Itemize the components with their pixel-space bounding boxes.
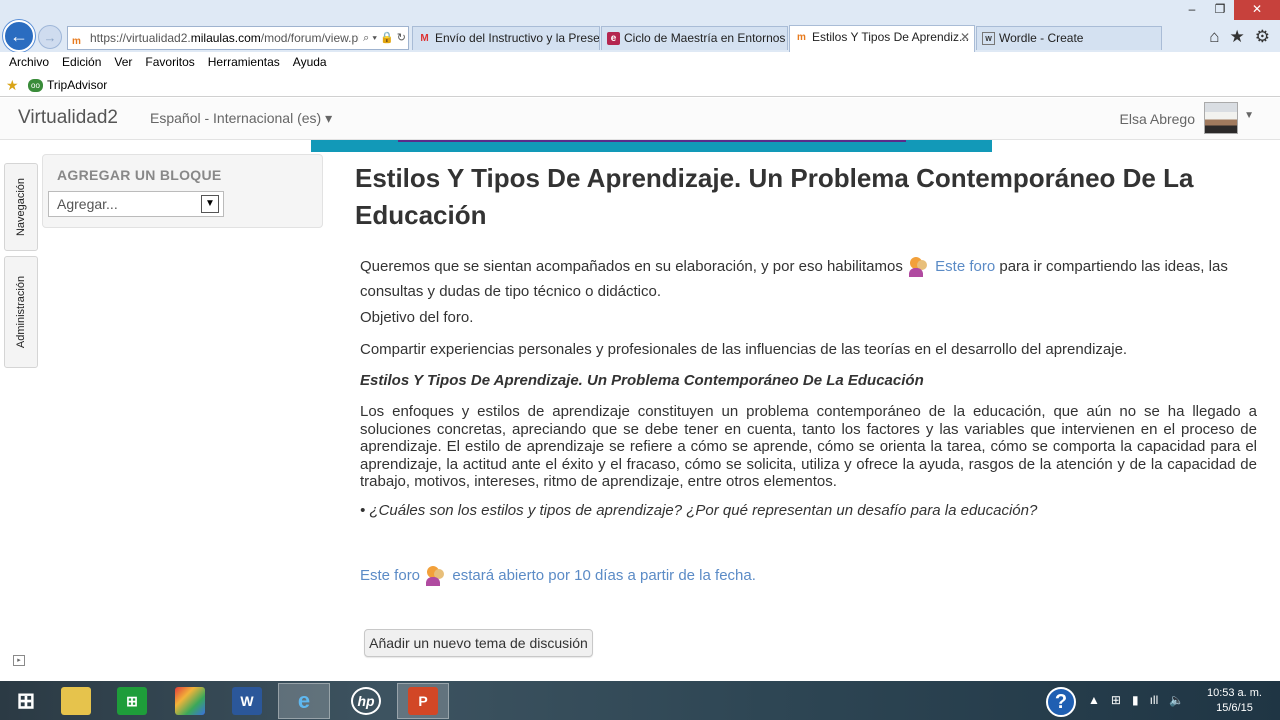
close-tab-icon[interactable]: ✕ bbox=[960, 26, 970, 49]
close-window-icon[interactable]: ✕ bbox=[1234, 0, 1280, 20]
objective-text: Compartir experiencias personales y prof… bbox=[360, 341, 1128, 358]
back-button[interactable]: ← bbox=[3, 20, 35, 52]
site-name-link[interactable]: Virtualidad2 bbox=[18, 107, 118, 129]
main-content: Estilos Y Tipos De Aprendizaje. Un Probl… bbox=[355, 160, 1260, 234]
browser-right-icons: ⌂ ★ ⚙ bbox=[1209, 27, 1270, 47]
start-icon: ⊞ bbox=[16, 688, 36, 713]
dock-toggle-icon[interactable]: ▸ bbox=[13, 655, 25, 666]
forward-button[interactable]: → bbox=[38, 25, 62, 49]
favorites-bar: ★ oo TripAdvisor bbox=[0, 73, 1280, 97]
user-menu-name[interactable]: Elsa Abrego bbox=[1120, 111, 1196, 127]
page-icon: e bbox=[607, 32, 620, 45]
menu-archivo[interactable]: Archivo bbox=[0, 52, 49, 72]
forum-icon bbox=[907, 256, 931, 278]
question-bullet: • ¿Cuáles son los estilos y tipos de apr… bbox=[360, 502, 1038, 519]
address-bar-icons[interactable]: ⌕ ▾ 🔒 ↻ bbox=[359, 27, 406, 49]
menu-bar: Archivo Edición Ver Favoritos Herramientas Ay… bbox=[0, 52, 1280, 73]
minimize-icon[interactable]: – bbox=[1178, 0, 1206, 20]
taskbar-store[interactable]: ⊞ bbox=[106, 683, 158, 719]
course-banner bbox=[311, 140, 992, 152]
hp-icon: hp bbox=[351, 687, 381, 715]
gmail-icon: M bbox=[420, 33, 429, 44]
window-controls: – ❐ ✕ bbox=[1178, 0, 1280, 20]
taskbar-hp[interactable]: hp bbox=[340, 683, 392, 719]
chevron-down-icon[interactable]: ▼ bbox=[1244, 110, 1254, 121]
dock-tab-administration[interactable]: Administración bbox=[4, 256, 38, 368]
address-bar[interactable]: m https://virtualidad2.milaulas.com/mod/f… bbox=[67, 26, 409, 50]
menu-favoritos[interactable]: Favoritos bbox=[136, 52, 194, 72]
intro-paragraph: Queremos que se sientan acompañados en s… bbox=[360, 256, 1228, 300]
windows-icon[interactable]: ⊞ bbox=[1111, 693, 1121, 707]
settings-gear-icon[interactable]: ⚙ bbox=[1255, 27, 1270, 47]
taskbar-powerpoint[interactable]: P bbox=[397, 683, 449, 719]
body-paragraph: Los enfoques y estilos de aprendizaje co… bbox=[360, 403, 1257, 490]
subtitle: Estilos Y Tipos De Aprendizaje. Un Probl… bbox=[360, 372, 924, 389]
browser-toolbar: ← → m https://virtualidad2.milaulas.com/m… bbox=[0, 0, 1280, 52]
chevron-down-icon[interactable]: ▼ bbox=[201, 195, 219, 213]
tray-chevron-up-icon[interactable]: ▲ bbox=[1088, 693, 1100, 707]
language-menu[interactable]: Español - Internacional (es) ▾ bbox=[150, 110, 332, 127]
taskbar-word[interactable]: W bbox=[221, 683, 273, 719]
add-favorite-star-icon[interactable]: ★ bbox=[6, 77, 19, 93]
start-button[interactable]: ⊞ bbox=[0, 683, 52, 719]
forum-icon bbox=[424, 565, 448, 587]
page-title: Estilos Y Tipos De Aprendizaje. Un Probl… bbox=[355, 163, 1194, 230]
add-discussion-topic-button[interactable]: Añadir un nuevo tema de discusión bbox=[364, 629, 593, 657]
tab-wordle[interactable]: W Wordle - Create bbox=[976, 26, 1162, 50]
home-icon[interactable]: ⌂ bbox=[1209, 27, 1219, 47]
add-block: AGREGAR UN BLOQUE Agregar... ▼ bbox=[42, 154, 323, 228]
tripadvisor-icon: oo bbox=[28, 79, 43, 92]
store-icon: ⊞ bbox=[117, 687, 147, 715]
site-header: Virtualidad2 Español - Internacional (es… bbox=[0, 98, 1280, 140]
system-tray: ▲ ⊞ ▮ ıll 🔈 bbox=[1088, 693, 1184, 707]
internet-explorer-icon: e bbox=[297, 688, 311, 713]
taskbar-internet-explorer[interactable]: e bbox=[278, 683, 330, 719]
taskbar-clock[interactable]: 10:53 a. m. 15/6/15 bbox=[1207, 686, 1262, 716]
favorites-star-icon[interactable]: ★ bbox=[1230, 27, 1245, 47]
word-icon: W bbox=[232, 687, 262, 715]
moodle-favicon-icon: m bbox=[72, 36, 81, 47]
tab-estilos-aprendizaje[interactable]: m Estilos Y Tipos De Aprendiz... ✕ bbox=[789, 25, 975, 52]
network-icon[interactable]: ıll bbox=[1150, 693, 1159, 707]
battery-icon[interactable]: ▮ bbox=[1132, 693, 1139, 707]
add-block-select[interactable]: Agregar... ▼ bbox=[48, 191, 224, 217]
photos-icon bbox=[175, 687, 205, 715]
taskbar-photos[interactable] bbox=[164, 683, 216, 719]
volume-icon[interactable]: 🔈 bbox=[1169, 693, 1184, 707]
arrow-left-icon: ← bbox=[10, 25, 28, 46]
tab-gmail[interactable]: M Envío del Instructivo y la Prese... bbox=[412, 26, 600, 50]
menu-edicion[interactable]: Edición bbox=[53, 52, 101, 72]
forum-link[interactable]: Este foro bbox=[935, 258, 995, 275]
wordle-icon: W bbox=[982, 32, 995, 45]
arrow-right-icon: → bbox=[43, 29, 57, 45]
menu-ver[interactable]: Ver bbox=[105, 52, 132, 72]
forum-footer-link[interactable]: Este foro bbox=[360, 567, 420, 584]
tab-ciclo-maestria[interactable]: e Ciclo de Maestría en Entornos ... bbox=[601, 26, 788, 50]
objective-label: Objetivo del foro. bbox=[360, 309, 474, 326]
file-explorer-icon bbox=[61, 687, 91, 715]
favorite-tripadvisor[interactable]: TripAdvisor bbox=[47, 73, 107, 97]
banner-stripe bbox=[398, 140, 906, 142]
menu-herramientas[interactable]: Herramientas bbox=[199, 52, 280, 72]
menu-ayuda[interactable]: Ayuda bbox=[284, 52, 327, 72]
restore-icon[interactable]: ❐ bbox=[1206, 0, 1234, 20]
footer-note: Este foro estará abierto por 10 días a p… bbox=[360, 565, 1257, 587]
block-title: AGREGAR UN BLOQUE bbox=[57, 167, 222, 183]
help-icon[interactable]: ? bbox=[1046, 687, 1076, 717]
taskbar-file-explorer[interactable] bbox=[50, 683, 102, 719]
dock-tab-navigation[interactable]: Navegación bbox=[4, 163, 38, 251]
powerpoint-icon: P bbox=[408, 687, 438, 715]
avatar[interactable] bbox=[1204, 102, 1238, 134]
moodle-icon: m bbox=[797, 32, 806, 43]
